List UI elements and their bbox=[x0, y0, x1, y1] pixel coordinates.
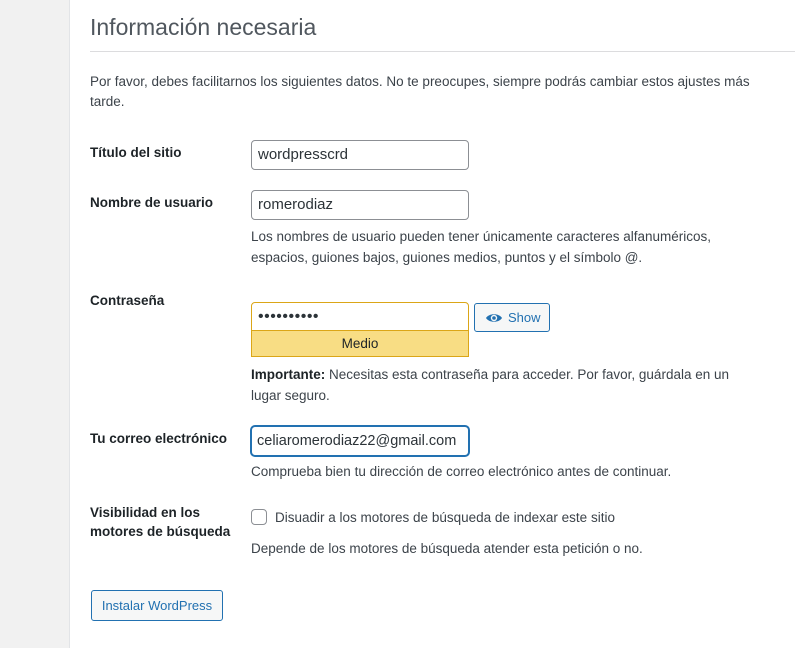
important-label: Importante: bbox=[251, 367, 326, 382]
password-label: Contraseña bbox=[90, 293, 165, 308]
install-form-card: Información necesaria Por favor, debes f… bbox=[69, 0, 795, 648]
discourage-search-label[interactable]: Disuadir a los motores de búsqueda de in… bbox=[275, 509, 615, 527]
username-input[interactable]: romerodiaz bbox=[251, 190, 469, 220]
install-wordpress-button[interactable]: Instalar WordPress bbox=[91, 590, 223, 621]
discourage-search-checkbox[interactable] bbox=[251, 509, 267, 525]
password-strength-meter: Medio bbox=[251, 331, 469, 357]
username-label: Nombre de usuario bbox=[90, 195, 214, 210]
show-password-label: Show bbox=[508, 310, 541, 325]
email-input[interactable]: celiaromerodiaz22@gmail.com bbox=[251, 426, 469, 456]
email-help: Comprueba bien tu dirección de correo el… bbox=[251, 464, 672, 479]
visibility-help: Depende de los motores de búsqueda atend… bbox=[251, 541, 643, 556]
visibility-label: Visibilidad en los motores de búsqueda bbox=[90, 503, 230, 541]
intro-text: Por favor, debes facilitarnos los siguie… bbox=[90, 74, 750, 109]
site-title-input[interactable]: wordpresscrd bbox=[251, 140, 469, 170]
password-important-note: Importante: Necesitas esta contraseña pa… bbox=[251, 364, 751, 406]
username-help: Los nombres de usuario pueden tener únic… bbox=[251, 229, 712, 265]
visibility-label-line2: motores de búsqueda bbox=[90, 524, 231, 539]
show-password-button[interactable]: Show bbox=[474, 303, 550, 332]
site-title-label: Título del sitio bbox=[90, 145, 182, 160]
page-title: Información necesaria bbox=[90, 14, 317, 40]
password-input[interactable]: •••••••••• bbox=[251, 302, 469, 331]
email-label: Tu correo electrónico bbox=[90, 431, 228, 446]
visibility-label-line1: Visibilidad en los bbox=[90, 505, 201, 520]
eye-icon bbox=[485, 312, 503, 324]
title-divider bbox=[90, 51, 795, 52]
